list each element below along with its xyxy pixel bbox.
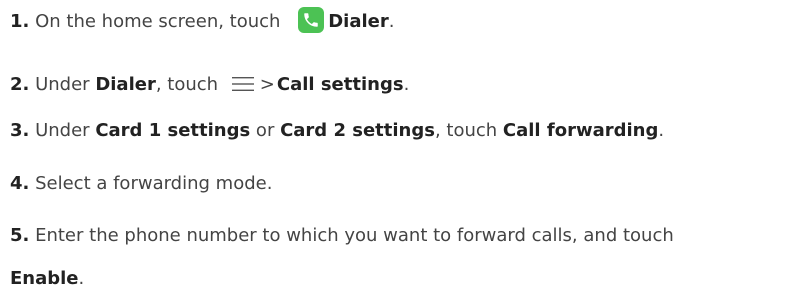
step-text: or bbox=[250, 120, 281, 141]
step-text: , touch bbox=[155, 74, 224, 95]
call-forwarding-label: Call forwarding bbox=[502, 120, 659, 141]
step-text-end: . bbox=[78, 268, 85, 289]
step-number: 4. bbox=[10, 173, 30, 194]
step-text: , touch bbox=[434, 120, 503, 141]
step-text: On the home screen, touch bbox=[29, 11, 287, 32]
step-number: 1. bbox=[10, 11, 30, 32]
step-5-continued: Enable. bbox=[10, 266, 780, 292]
call-settings-label: Call settings bbox=[276, 74, 404, 95]
step-number: 2. bbox=[10, 74, 30, 95]
instruction-steps: 1. On the home screen, touch Dialer. 2. … bbox=[0, 0, 786, 301]
step-3: 3. Under Card 1 settings or Card 2 setti… bbox=[10, 118, 780, 144]
dialer-phone-icon bbox=[298, 7, 325, 33]
step-text-end: . bbox=[403, 74, 410, 95]
step-text: Select a forwarding mode. bbox=[29, 173, 273, 194]
step-text: Under bbox=[29, 74, 96, 95]
step-4: 4. Select a forwarding mode. bbox=[10, 171, 780, 197]
step-text: Under bbox=[29, 120, 96, 141]
step-2: 2. Under Dialer, touch > Call settings. bbox=[10, 72, 780, 98]
dialer-label: Dialer bbox=[328, 11, 389, 32]
dialer-label: Dialer bbox=[95, 74, 156, 95]
separator: > bbox=[259, 74, 275, 95]
card1-settings-label: Card 1 settings bbox=[95, 120, 251, 141]
enable-label: Enable bbox=[10, 268, 79, 289]
card2-settings-label: Card 2 settings bbox=[280, 120, 435, 141]
step-number: 3. bbox=[10, 120, 30, 141]
step-1: 1. On the home screen, touch Dialer. bbox=[10, 7, 780, 35]
step-text: Enter the phone number to which you want… bbox=[29, 225, 674, 246]
menu-icon bbox=[231, 74, 254, 91]
step-text-end: . bbox=[658, 120, 665, 141]
step-5: 5. Enter the phone number to which you w… bbox=[10, 223, 780, 249]
step-number: 5. bbox=[10, 225, 30, 246]
step-text-end: . bbox=[388, 11, 395, 32]
